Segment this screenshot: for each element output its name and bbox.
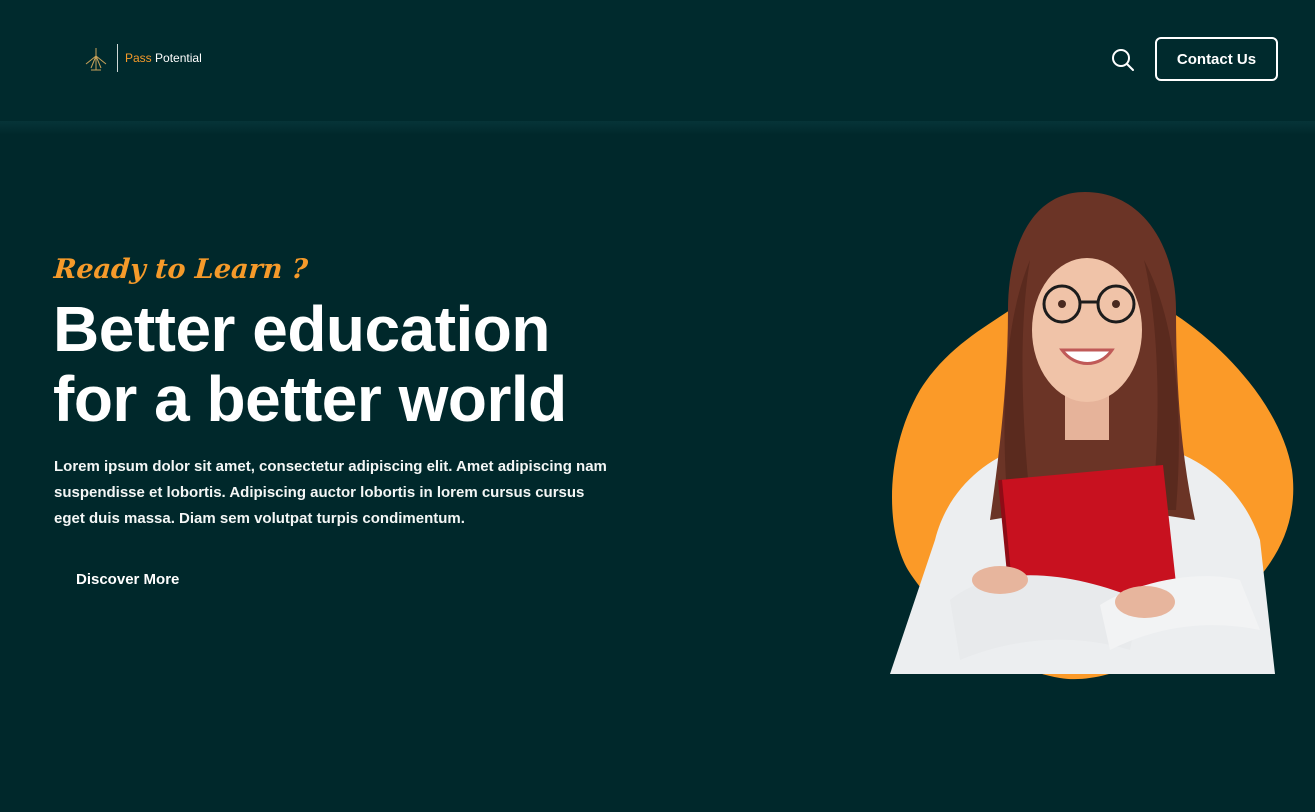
logo[interactable]: Pass Potential bbox=[82, 42, 202, 74]
hand-right bbox=[972, 566, 1028, 594]
logo-brand-second: Potential bbox=[155, 51, 202, 65]
logo-text: Pass Potential bbox=[125, 51, 202, 65]
hero-headline: Better education for a better world bbox=[53, 294, 673, 434]
search-icon[interactable] bbox=[1110, 47, 1136, 73]
site-header: Pass Potential Contact Us bbox=[0, 0, 1315, 121]
contact-us-button[interactable]: Contact Us bbox=[1155, 37, 1278, 81]
header-divider bbox=[0, 121, 1315, 135]
headline-line-2: for a better world bbox=[53, 363, 567, 435]
hero-description: Lorem ipsum dolor sit amet, consectetur … bbox=[54, 458, 607, 527]
wind-turbine-icon bbox=[85, 48, 107, 71]
logo-brand-first: Pass bbox=[125, 51, 152, 65]
discover-more-button[interactable]: Discover More bbox=[76, 571, 179, 588]
hero-image bbox=[890, 192, 1294, 680]
headline-line-1: Better education bbox=[53, 293, 550, 365]
logo-divider bbox=[117, 44, 118, 72]
face bbox=[1032, 258, 1142, 402]
hand-left bbox=[1115, 586, 1175, 618]
hero-tagline: Ready to Learn ? bbox=[52, 254, 309, 285]
